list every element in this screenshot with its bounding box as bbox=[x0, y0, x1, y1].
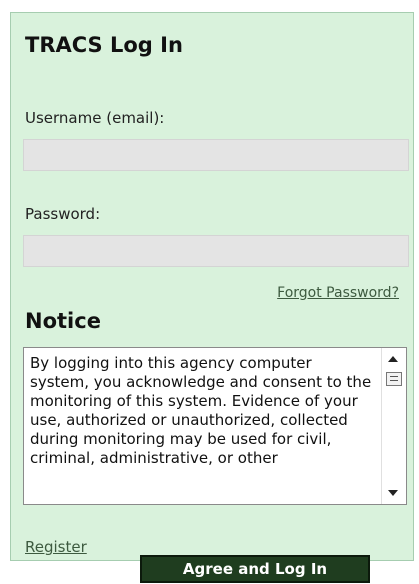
notice-scrollbar[interactable] bbox=[381, 348, 406, 504]
username-field[interactable] bbox=[23, 139, 409, 171]
username-label: Username (email): bbox=[25, 109, 165, 127]
password-label: Password: bbox=[25, 205, 101, 223]
notice-title: Notice bbox=[25, 309, 101, 333]
login-panel: TRACS Log In Username (email): Password:… bbox=[10, 12, 414, 561]
password-field[interactable] bbox=[23, 235, 409, 267]
login-title: TRACS Log In bbox=[25, 33, 183, 57]
register-link[interactable]: Register bbox=[25, 538, 87, 556]
notice-textarea[interactable]: By logging into this agency computer sys… bbox=[23, 347, 407, 505]
agree-and-log-in-button[interactable]: Agree and Log In bbox=[140, 555, 370, 583]
notice-text: By logging into this agency computer sys… bbox=[30, 354, 372, 467]
username-input[interactable] bbox=[24, 140, 408, 170]
password-input[interactable] bbox=[24, 236, 408, 266]
scroll-thumb[interactable] bbox=[386, 372, 402, 386]
scroll-down-arrow-icon[interactable] bbox=[388, 490, 398, 496]
forgot-password-link[interactable]: Forgot Password? bbox=[277, 285, 399, 301]
scroll-up-arrow-icon[interactable] bbox=[388, 356, 398, 362]
